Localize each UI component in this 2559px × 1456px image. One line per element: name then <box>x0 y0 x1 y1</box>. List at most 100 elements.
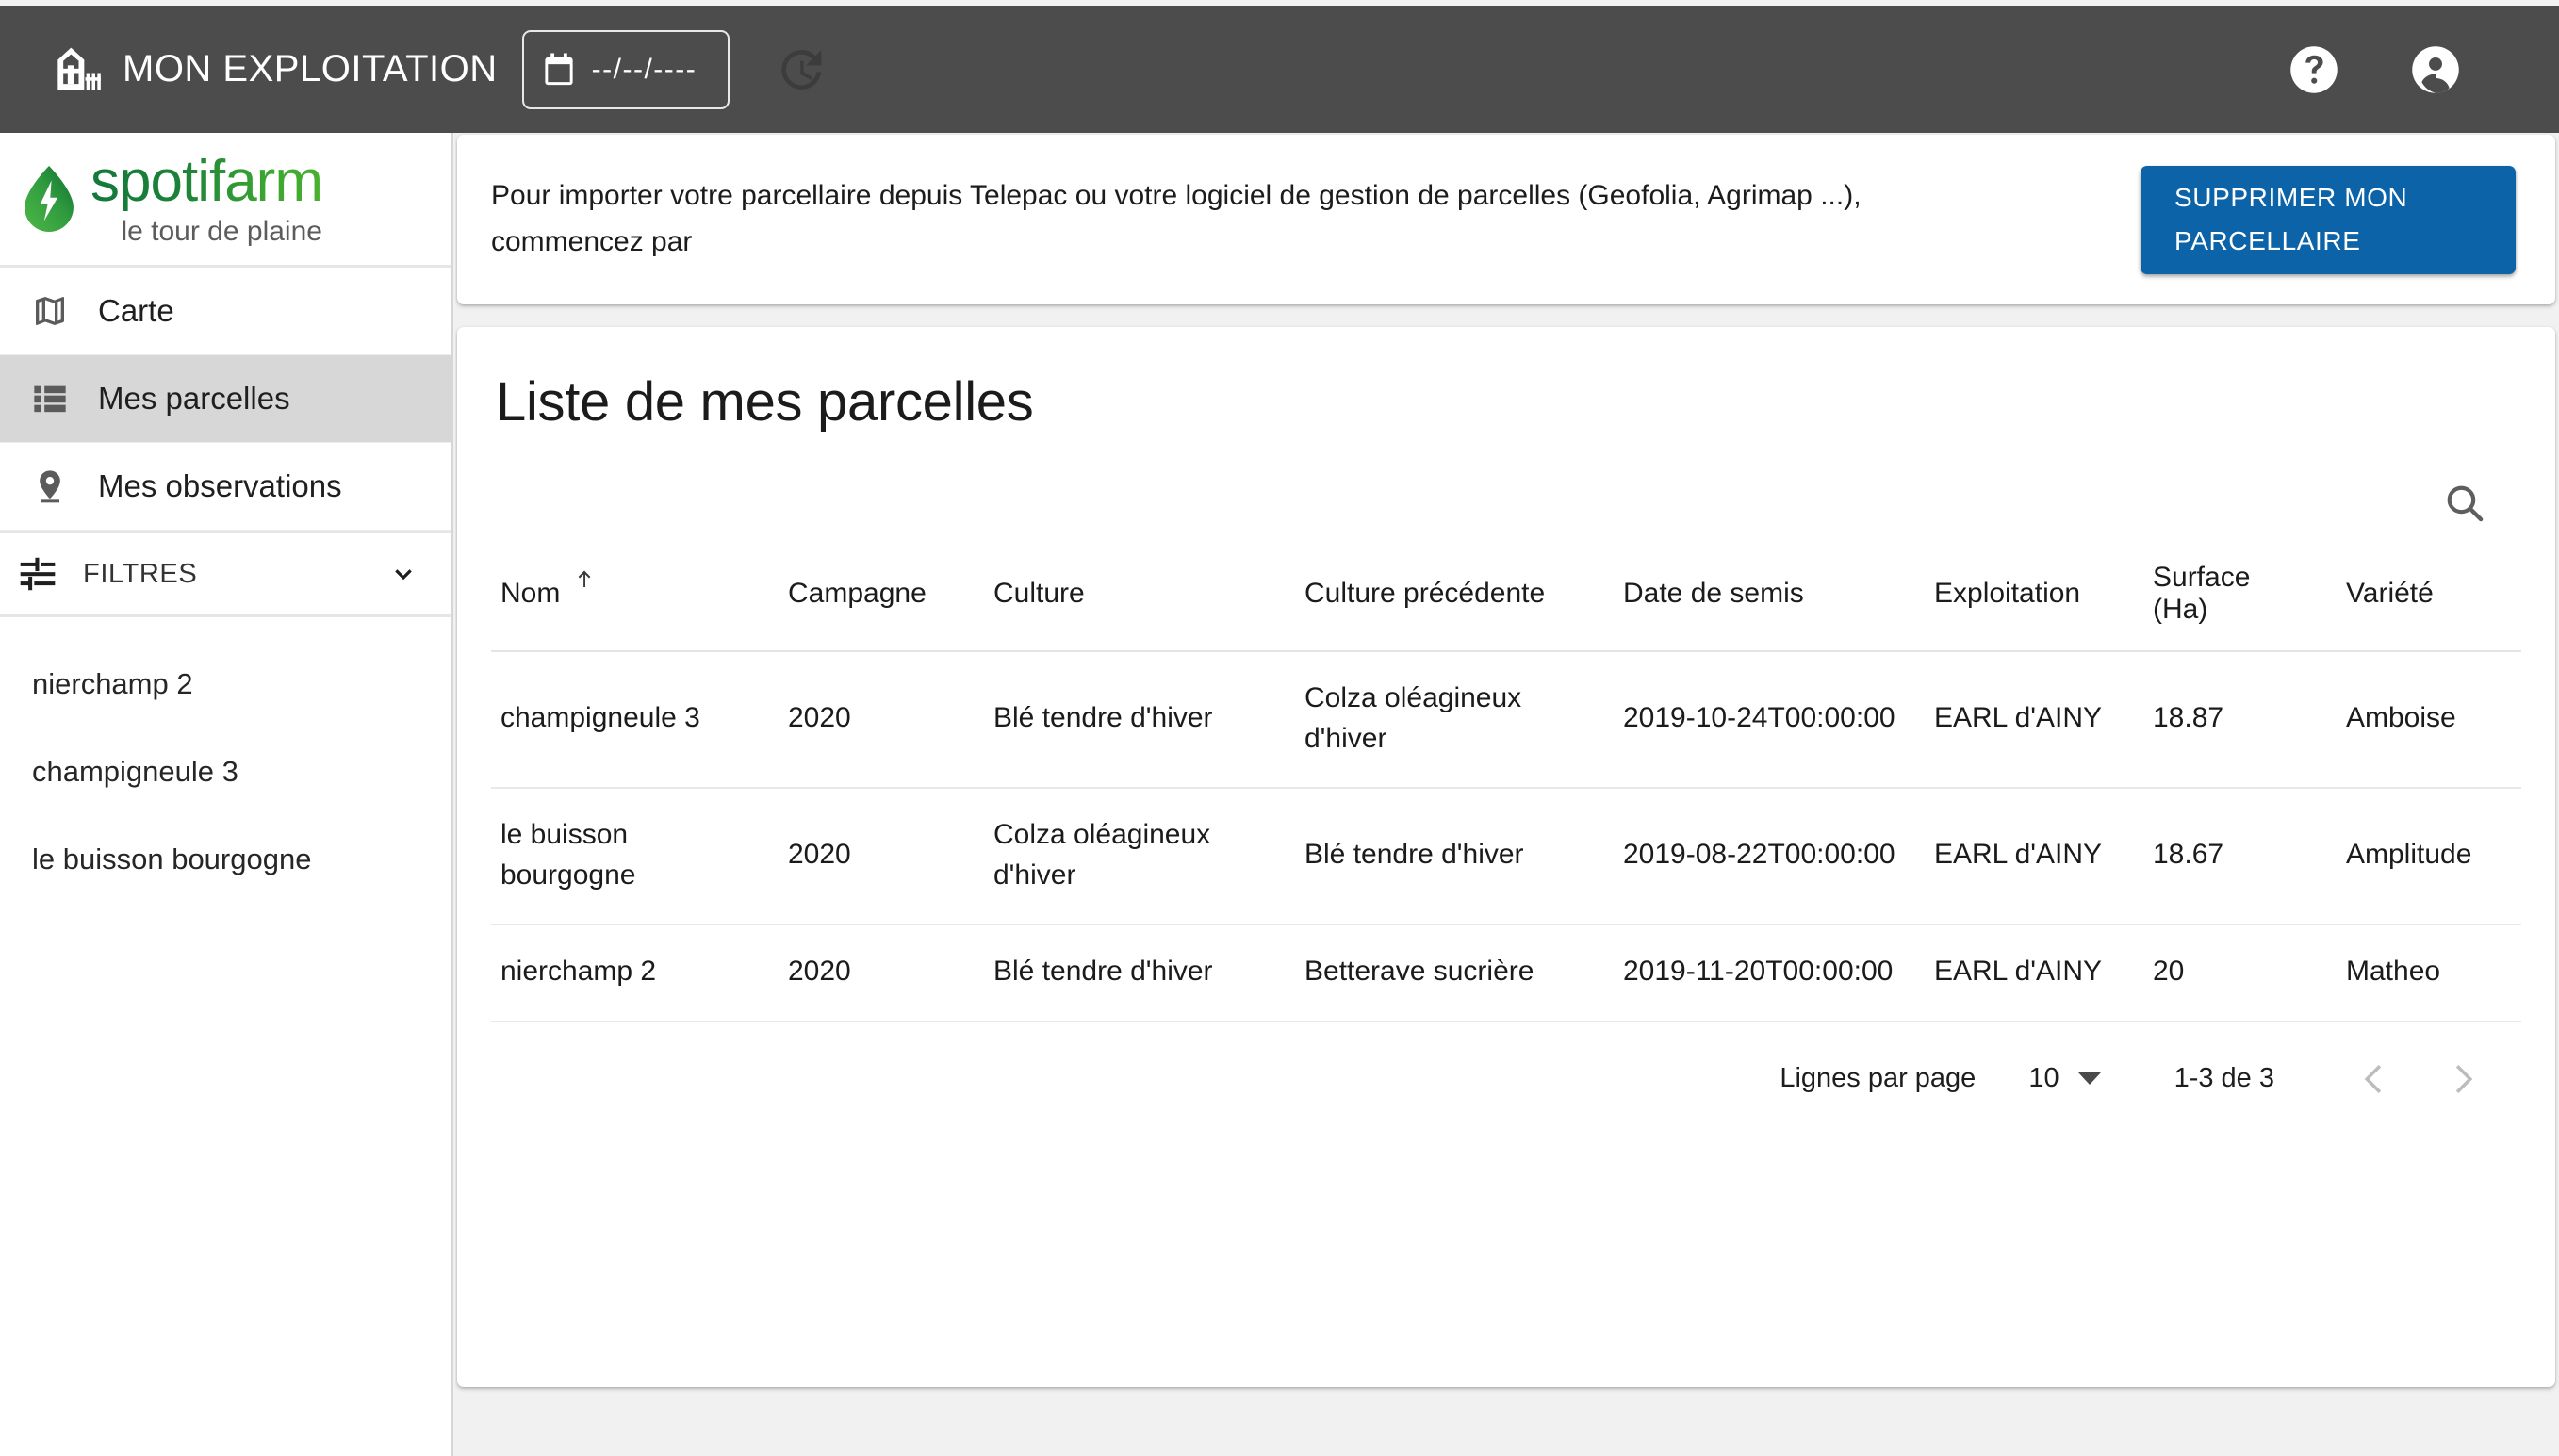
parcels-panel: Liste de mes parcelles Nom Campagne Cult… <box>457 327 2555 1387</box>
cell-campagne: 2020 <box>779 924 984 1022</box>
col-header-culture-precedente[interactable]: Culture précédente <box>1295 539 1614 652</box>
cell-exploitation: EARL d'AINY <box>1925 924 2143 1022</box>
list-item[interactable]: le buisson bourgogne <box>0 815 451 903</box>
main-content: Pour importer votre parcellaire depuis T… <box>455 133 2559 1456</box>
col-header-surface-line1: Surface <box>2153 562 2251 593</box>
chevron-right-icon <box>2455 1065 2473 1093</box>
cell-culture-precedente: Colza oléagineux d'hiver <box>1295 651 1614 790</box>
cell-surface: 18.67 <box>2143 788 2337 926</box>
location-pin-icon <box>30 466 70 506</box>
sidebar: spotifarm le tour de plaine Carte Mes pa… <box>0 133 453 1456</box>
rows-per-page-label: Lignes par page <box>1780 1063 1977 1094</box>
table-head: Nom Campagne Culture Culture précédente … <box>491 539 2521 652</box>
col-header-surface[interactable]: Surface (Ha) <box>2143 539 2337 652</box>
date-value: --/--/---- <box>591 53 697 85</box>
cell-culture: Blé tendre d'hiver <box>984 924 1295 1022</box>
col-header-surface-line2: (Ha) <box>2153 594 2208 625</box>
next-page-button[interactable] <box>2429 1046 2495 1112</box>
date-picker[interactable]: --/--/---- <box>521 29 730 109</box>
cell-exploitation: EARL d'AINY <box>1925 651 2143 790</box>
sidebar-item-label: Mes parcelles <box>98 381 290 416</box>
sidebar-parcel-list: nierchamp 2 champigneule 3 le buisson bo… <box>0 617 451 903</box>
cell-campagne: 2020 <box>779 788 984 926</box>
leaf-logo-icon <box>25 166 74 232</box>
cell-culture: Blé tendre d'hiver <box>984 651 1295 790</box>
map-icon <box>30 291 70 331</box>
page-title: Liste de mes parcelles <box>496 371 1034 433</box>
col-header-nom-label: Nom <box>500 578 561 609</box>
help-circle-icon[interactable] <box>2288 44 2339 95</box>
filters-label: FILTRES <box>83 558 198 589</box>
sidebar-item-carte[interactable]: Carte <box>0 268 451 355</box>
cell-culture-precedente: Betterave sucrière <box>1295 924 1614 1022</box>
history-button[interactable] <box>772 42 827 97</box>
import-banner-text: Pour importer votre parcellaire depuis T… <box>491 173 1862 265</box>
chevron-down-icon[interactable] <box>387 558 419 590</box>
table-header-row: Nom Campagne Culture Culture précédente … <box>491 539 2521 652</box>
col-header-variete[interactable]: Variété <box>2337 539 2521 652</box>
cell-date-de-semis: 2019-08-22T00:00:00 <box>1614 788 1925 926</box>
table-row[interactable]: nierchamp 2 2020 Blé tendre d'hiver Bett… <box>491 924 2521 1022</box>
rows-per-page-value: 10 <box>2028 1063 2059 1094</box>
cell-variete: Matheo <box>2337 924 2521 1022</box>
table-row[interactable]: champigneule 3 2020 Blé tendre d'hiver C… <box>491 651 2521 790</box>
chevron-left-icon <box>2364 1065 2382 1093</box>
cell-nom: nierchamp 2 <box>491 924 779 1022</box>
sidebar-logo-text: spotifarm le tour de plaine <box>90 148 323 247</box>
calendar-icon <box>545 52 573 85</box>
import-banner-line1: Pour importer votre parcellaire depuis T… <box>491 180 1862 212</box>
delete-parcellaire-button[interactable]: SUPPRIMER MON PARCELLAIRE <box>2141 165 2516 274</box>
cell-surface: 18.87 <box>2143 651 2337 790</box>
account-circle-icon[interactable] <box>2410 44 2461 95</box>
list-item[interactable]: nierchamp 2 <box>0 640 451 728</box>
rows-per-page-select[interactable]: 10 <box>2028 1063 2101 1094</box>
history-icon <box>780 49 822 90</box>
app-bar: MON EXPLOITATION --/--/---- <box>0 6 2559 133</box>
search-button[interactable] <box>2440 479 2489 528</box>
col-header-nom[interactable]: Nom <box>491 539 779 652</box>
cell-nom: le buisson bourgogne <box>491 788 779 926</box>
import-banner: Pour importer votre parcellaire depuis T… <box>457 135 2555 304</box>
cell-variete: Amplitude <box>2337 788 2521 926</box>
import-banner-line2: commencez par <box>491 226 693 257</box>
sidebar-item-label: Mes observations <box>98 468 342 503</box>
app-title: MON EXPLOITATION <box>123 48 498 90</box>
cell-exploitation: EARL d'AINY <box>1925 788 2143 926</box>
cell-date-de-semis: 2019-10-24T00:00:00 <box>1614 651 1925 790</box>
logo-tagline: le tour de plaine <box>121 215 322 247</box>
filters-toggle[interactable]: FILTRES <box>0 531 451 617</box>
col-header-campagne[interactable]: Campagne <box>779 539 984 652</box>
app-bar-actions <box>2288 44 2559 95</box>
cell-surface: 20 <box>2143 924 2337 1022</box>
cell-culture: Colza oléagineux d'hiver <box>984 788 1295 926</box>
list-icon <box>30 379 70 418</box>
barn-icon <box>57 47 101 90</box>
sidebar-item-mes-observations[interactable]: Mes observations <box>0 443 451 531</box>
parcels-table: Nom Campagne Culture Culture précédente … <box>491 539 2521 1022</box>
logo-wordmark: spotifarm <box>90 148 323 214</box>
caret-down-icon <box>2077 1072 2101 1086</box>
table-body: champigneule 3 2020 Blé tendre d'hiver C… <box>491 651 2521 1022</box>
search-icon <box>2447 485 2484 522</box>
brand-block: MON EXPLOITATION <box>49 43 498 96</box>
table-row[interactable]: le buisson bourgogne 2020 Colza oléagine… <box>491 788 2521 926</box>
sidebar-item-mes-parcelles[interactable]: Mes parcelles <box>0 355 451 443</box>
table-paginator: Lignes par page 10 1-3 de 3 <box>491 1022 2521 1136</box>
col-header-culture[interactable]: Culture <box>984 539 1295 652</box>
delete-parcellaire-button-line1: SUPPRIMER MON <box>2174 183 2408 212</box>
col-header-exploitation[interactable]: Exploitation <box>1925 539 2143 652</box>
table-toolbar <box>491 434 2521 539</box>
col-header-date-de-semis[interactable]: Date de semis <box>1614 539 1925 652</box>
cell-culture-precedente: Blé tendre d'hiver <box>1295 788 1614 926</box>
pagination-arrows <box>2342 1046 2495 1112</box>
delete-parcellaire-button-line2: PARCELLAIRE <box>2174 226 2361 255</box>
pagination-range: 1-3 de 3 <box>2174 1063 2274 1094</box>
sidebar-logo: spotifarm le tour de plaine <box>0 133 451 265</box>
sidebar-item-label: Carte <box>98 293 174 328</box>
cell-nom: champigneule 3 <box>491 651 779 790</box>
arrow-upward-icon <box>578 570 591 587</box>
previous-page-button[interactable] <box>2342 1046 2408 1112</box>
cell-campagne: 2020 <box>779 651 984 790</box>
cell-date-de-semis: 2019-11-20T00:00:00 <box>1614 924 1925 1022</box>
list-item[interactable]: champigneule 3 <box>0 728 451 815</box>
